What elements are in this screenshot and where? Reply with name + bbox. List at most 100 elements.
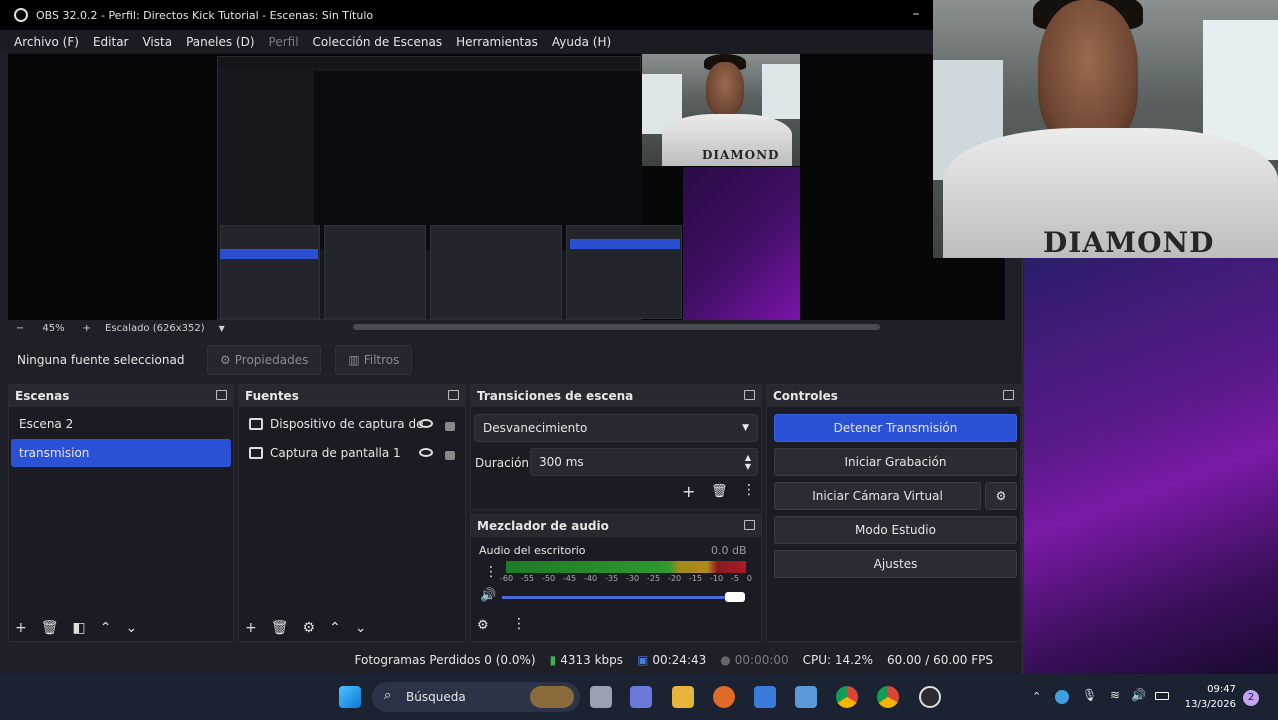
menu-editar[interactable]: Editar <box>93 35 129 49</box>
eye-icon[interactable] <box>419 448 433 457</box>
sources-dock: Fuentes Dispositivo de captura de Captur… <box>238 384 466 642</box>
task-view-icon[interactable] <box>590 686 612 708</box>
tray-chevron-icon[interactable]: ⌃ <box>1032 690 1041 703</box>
eye-icon[interactable] <box>419 419 433 428</box>
add-icon[interactable]: + <box>15 620 27 636</box>
duration-label: Duración <box>475 456 530 470</box>
scene-item-selected[interactable]: transmision <box>11 439 231 467</box>
system-clock[interactable]: 09:47 13/3/2026 <box>1185 682 1236 712</box>
battery-icon[interactable] <box>1155 692 1169 700</box>
virtual-camera-settings-button[interactable]: ⚙ <box>985 482 1017 510</box>
minimize-button[interactable]: – <box>906 6 926 24</box>
duration-input[interactable]: 300 ms ▲ ▼ <box>530 448 758 476</box>
source-item[interactable]: Dispositivo de captura de <box>241 410 463 438</box>
obs-taskbar-icon[interactable] <box>919 686 941 708</box>
firefox-icon[interactable] <box>713 686 735 708</box>
scene-filters-icon[interactable]: ◧ <box>73 620 86 636</box>
scale-dropdown[interactable]: ▼ <box>219 324 225 333</box>
meter-scale-tick: -45 <box>563 574 577 583</box>
photos-icon[interactable] <box>795 686 817 708</box>
move-down-icon[interactable]: ⌄ <box>125 620 137 636</box>
menu-vista[interactable]: Vista <box>142 35 172 49</box>
undock-icon[interactable] <box>216 390 227 400</box>
start-recording-button[interactable]: Iniciar Grabación <box>774 448 1017 476</box>
title-bar: OBS 32.0.2 - Perfil: Directos Kick Tutor… <box>0 0 933 30</box>
transition-select[interactable]: Desvanecimiento ▼ <box>474 414 758 442</box>
meter-scale-tick: -30 <box>626 574 640 583</box>
no-source-label: Ninguna fuente seleccionad <box>17 353 185 367</box>
undock-icon[interactable] <box>448 390 459 400</box>
undock-icon[interactable] <box>1003 390 1014 400</box>
wifi-icon[interactable]: ≋ <box>1110 688 1120 702</box>
menu-archivo[interactable]: Archivo (F) <box>14 35 79 49</box>
gear-icon[interactable]: ⚙ <box>303 620 316 636</box>
menu-paneles[interactable]: Paneles (D) <box>186 35 254 49</box>
speaker-icon[interactable]: 🔊 <box>480 588 496 603</box>
microphone-icon[interactable]: 🎙 <box>1082 688 1097 702</box>
add-icon[interactable]: + <box>245 620 257 636</box>
gear-icon: ⚙ <box>995 489 1007 503</box>
undock-icon[interactable] <box>744 520 755 530</box>
undock-icon[interactable] <box>744 390 755 400</box>
volume-icon[interactable]: 🔊 <box>1131 688 1146 702</box>
zoom-in-button[interactable]: + <box>83 323 91 334</box>
properties-button[interactable]: ⚙ Propiedades <box>207 345 322 375</box>
track-menu-icon[interactable]: ⋮ <box>484 564 498 580</box>
search-label: Búsqueda <box>406 690 466 704</box>
trash-icon[interactable]: 🗑 <box>271 620 289 636</box>
scene-label: Escena 2 <box>19 417 74 431</box>
move-down-icon[interactable]: ⌄ <box>355 620 367 636</box>
move-up-icon[interactable]: ⌃ <box>329 620 341 636</box>
source-item[interactable]: Captura de pantalla 1 <box>241 439 463 467</box>
source-label: Captura de pantalla 1 <box>270 446 401 460</box>
stop-streaming-button[interactable]: Detener Transmisión <box>774 414 1017 442</box>
nested-screen-capture <box>217 56 682 320</box>
window-title: OBS 32.0.2 - Perfil: Directos Kick Tutor… <box>36 8 374 22</box>
menu-coleccion[interactable]: Colección de Escenas <box>313 35 443 49</box>
stream-time: 00:24:43 <box>652 653 707 667</box>
settings-button[interactable]: Ajustes <box>774 550 1017 578</box>
lock-icon[interactable] <box>445 451 455 460</box>
taskbar-search[interactable]: ⌕ Búsqueda <box>372 682 580 712</box>
notification-badge[interactable]: 2 <box>1243 690 1259 706</box>
snipping-tool-icon[interactable] <box>630 686 652 708</box>
studio-mode-button[interactable]: Modo Estudio <box>774 516 1017 544</box>
move-up-icon[interactable]: ⌃ <box>100 620 112 636</box>
status-bar: Fotogramas Perdidos 0 (0.0%) ▮ 4313 kbps… <box>8 646 1021 674</box>
sources-title: Fuentes <box>245 389 299 403</box>
preview-scrollbar[interactable] <box>353 324 880 330</box>
zoom-out-button[interactable]: − <box>16 323 24 334</box>
trash-icon[interactable]: 🗑 <box>41 620 59 636</box>
trash-icon[interactable]: 🗑 <box>711 484 728 499</box>
scene-item[interactable]: Escena 2 <box>11 410 231 438</box>
mixer-more-icon[interactable]: ⋮ <box>512 616 526 632</box>
monitor-icon <box>249 447 263 459</box>
volume-slider[interactable] <box>502 596 742 599</box>
lock-icon[interactable] <box>445 422 455 431</box>
chrome-icon[interactable] <box>836 686 858 708</box>
virtual-camera-button[interactable]: Iniciar Cámara Virtual <box>774 482 981 510</box>
meter-scale-tick: -25 <box>647 574 661 583</box>
app-icon[interactable] <box>754 686 776 708</box>
bitrate: 4313 kbps <box>560 653 624 667</box>
properties-label: Propiedades <box>234 353 309 367</box>
scene-label: transmision <box>19 446 90 460</box>
more-icon[interactable]: ⋮ <box>742 482 756 498</box>
meter-scale-tick: -5 <box>731 574 739 583</box>
filters-button[interactable]: ▥ Filtros <box>335 345 413 375</box>
menu-perfil[interactable]: Perfil <box>269 35 299 49</box>
tray-app-icon[interactable] <box>1055 690 1069 704</box>
volume-knob[interactable] <box>724 592 745 602</box>
menu-herramientas[interactable]: Herramientas <box>456 35 538 49</box>
scenes-title: Escenas <box>15 389 70 403</box>
search-highlight-icon <box>530 686 574 708</box>
add-transition-icon[interactable]: + <box>682 482 695 501</box>
menu-ayuda[interactable]: Ayuda (H) <box>552 35 611 49</box>
file-explorer-icon[interactable] <box>672 686 694 708</box>
shirt-text: DIAMOND <box>702 148 780 162</box>
meter-scale-tick: -15 <box>689 574 703 583</box>
windows-start-icon[interactable] <box>339 686 361 708</box>
spin-icon[interactable]: ▲ ▼ <box>745 453 751 471</box>
mixer-settings-icon[interactable]: ⚙ <box>477 618 489 633</box>
chrome-profile-icon[interactable] <box>877 686 899 708</box>
